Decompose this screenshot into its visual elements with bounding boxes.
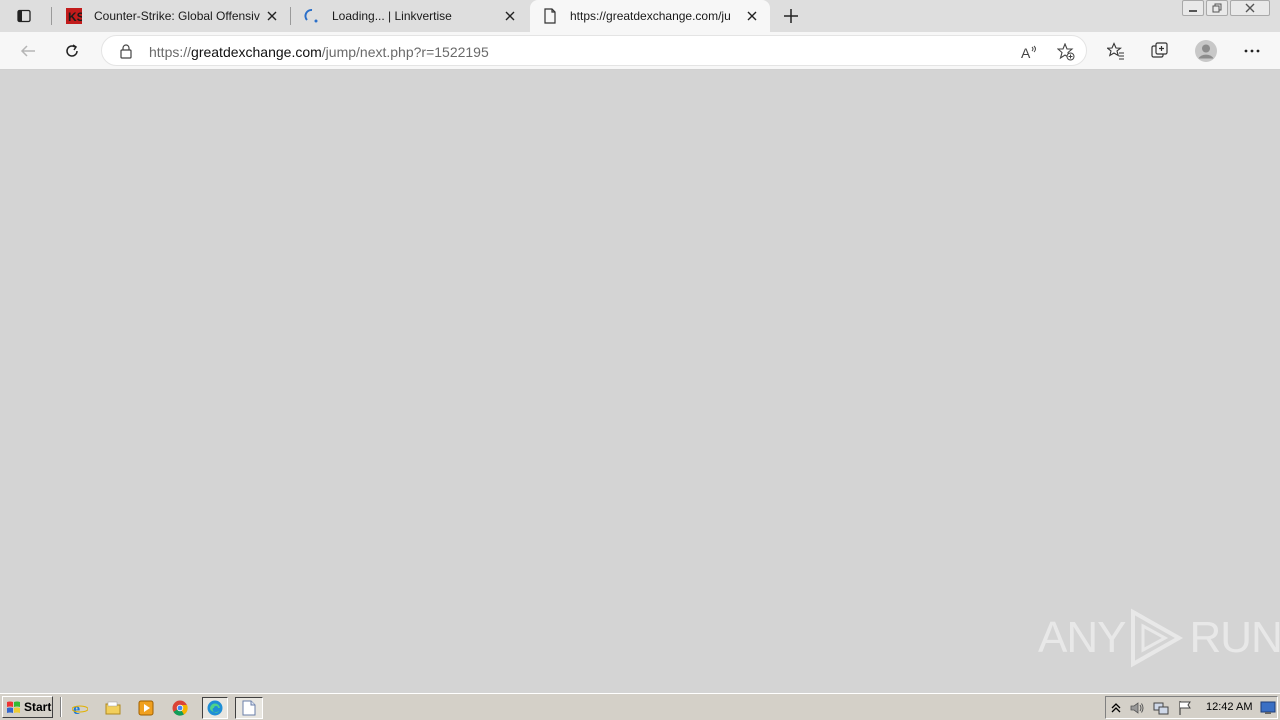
watermark-text-left: ANY bbox=[1038, 613, 1126, 662]
play-logo-icon bbox=[1131, 608, 1184, 668]
explorer-launch-button[interactable] bbox=[102, 697, 124, 719]
tab-title: Loading... | Linkvertise bbox=[332, 9, 452, 23]
show-hidden-icons-button[interactable] bbox=[1108, 700, 1124, 716]
svg-text:A: A bbox=[1021, 45, 1031, 60]
volume-button[interactable] bbox=[1129, 700, 1145, 716]
tab-counter-strike[interactable]: KS Counter-Strike: Global Offensiv bbox=[54, 0, 290, 32]
tab-greatdexchange[interactable]: https://greatdexchange.com/ju bbox=[530, 0, 770, 32]
ie-icon: e bbox=[72, 701, 88, 716]
window-controls bbox=[1182, 0, 1270, 18]
star-add-icon bbox=[1057, 43, 1075, 61]
back-button[interactable] bbox=[12, 36, 44, 66]
start-button[interactable]: Start bbox=[2, 696, 53, 718]
collections-icon bbox=[1151, 42, 1168, 58]
system-tray: 12:42 AM bbox=[1105, 696, 1278, 719]
notepad-taskbar-button[interactable] bbox=[235, 697, 263, 719]
media-player-icon bbox=[138, 700, 154, 716]
chrome-icon bbox=[172, 700, 188, 716]
folder-icon bbox=[105, 701, 121, 715]
close-tab-icon[interactable] bbox=[262, 6, 282, 26]
more-icon bbox=[1244, 49, 1260, 53]
favorites-icon bbox=[1107, 42, 1124, 60]
read-aloud-icon: A bbox=[1021, 45, 1036, 60]
refresh-icon bbox=[66, 44, 78, 57]
chrome-launch-button[interactable] bbox=[169, 697, 191, 719]
restore-button[interactable] bbox=[1206, 0, 1228, 16]
clock[interactable]: 12:42 AM bbox=[1206, 701, 1252, 713]
tab-strip: KS Counter-Strike: Global Offensiv Loadi… bbox=[0, 0, 1280, 32]
close-tab-icon[interactable] bbox=[500, 6, 520, 26]
settings-menu-button[interactable] bbox=[1236, 36, 1268, 66]
tab-linkvertise[interactable]: Loading... | Linkvertise bbox=[292, 0, 528, 32]
svg-text:KS: KS bbox=[68, 10, 82, 24]
desktop-icon bbox=[1260, 701, 1276, 714]
chevron-up-icon bbox=[1111, 703, 1121, 713]
ie-launch-button[interactable]: e bbox=[69, 697, 91, 719]
url-host: greatdexchange.com bbox=[191, 44, 322, 60]
minimize-icon bbox=[1189, 10, 1197, 12]
notepad-icon bbox=[242, 700, 256, 716]
svg-text:e: e bbox=[73, 701, 80, 716]
close-icon bbox=[1245, 3, 1255, 13]
browser-toolbar: https://greatdexchange.com/jump/next.php… bbox=[0, 32, 1280, 70]
tab-title: https://greatdexchange.com/ju bbox=[570, 9, 731, 23]
url-path: /jump/next.php?r=1522195 bbox=[321, 44, 489, 60]
read-aloud-button[interactable]: A bbox=[1016, 40, 1044, 64]
back-arrow-icon bbox=[20, 45, 35, 57]
media-player-launch-button[interactable] bbox=[135, 697, 157, 719]
new-tab-button[interactable] bbox=[778, 4, 804, 28]
url-scheme: https:// bbox=[149, 44, 192, 60]
lock-icon[interactable] bbox=[118, 43, 134, 59]
edge-launch-button[interactable] bbox=[202, 697, 228, 719]
page-content bbox=[0, 71, 1280, 693]
anyrun-watermark: ANY RUN bbox=[1038, 608, 1280, 668]
start-label: Start bbox=[24, 700, 52, 714]
favorites-button[interactable] bbox=[1100, 36, 1132, 66]
tab-actions-icon bbox=[17, 9, 31, 23]
network-button[interactable] bbox=[1153, 700, 1169, 716]
flag-icon bbox=[1179, 701, 1191, 715]
close-window-button[interactable] bbox=[1230, 0, 1270, 16]
windows-logo-icon bbox=[7, 701, 20, 713]
edge-icon bbox=[207, 700, 223, 716]
watermark-text-right: RUN bbox=[1189, 613, 1280, 662]
avatar-icon bbox=[1195, 40, 1217, 62]
address-bar[interactable]: https://greatdexchange.com/jump/next.php… bbox=[101, 35, 1087, 66]
page-icon bbox=[542, 8, 558, 24]
tab-separator bbox=[51, 7, 52, 25]
network-icon bbox=[1153, 702, 1169, 715]
profile-button[interactable] bbox=[1190, 36, 1222, 66]
action-center-button[interactable] bbox=[1177, 700, 1193, 716]
plus-icon bbox=[784, 9, 798, 23]
url-text[interactable]: https://greatdexchange.com/jump/next.php… bbox=[149, 44, 489, 60]
tab-title: Counter-Strike: Global Offensiv bbox=[94, 9, 260, 23]
show-desktop-button[interactable] bbox=[1260, 700, 1276, 716]
speaker-icon bbox=[1130, 702, 1144, 714]
cs-logo-icon: KS bbox=[66, 8, 82, 24]
collections-button[interactable] bbox=[1144, 36, 1176, 66]
minimize-button[interactable] bbox=[1182, 0, 1204, 16]
loading-spinner-icon bbox=[304, 8, 320, 24]
refresh-button[interactable] bbox=[56, 36, 88, 66]
add-favorite-button[interactable] bbox=[1052, 40, 1080, 64]
taskbar-separator bbox=[60, 697, 62, 717]
restore-icon bbox=[1212, 3, 1222, 13]
taskbar: Start e 12:42 AM bbox=[0, 693, 1280, 720]
tab-separator bbox=[290, 7, 291, 25]
tab-actions-button[interactable] bbox=[6, 4, 42, 28]
close-tab-icon[interactable] bbox=[742, 6, 762, 26]
